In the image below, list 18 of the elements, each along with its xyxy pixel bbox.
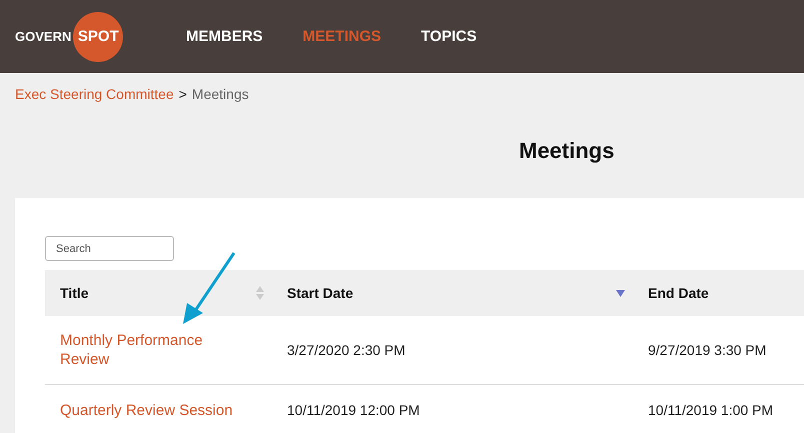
page-title: Meetings <box>518 137 616 165</box>
sort-descending-icon[interactable] <box>616 290 625 296</box>
table-cell-text: 10/11/2019 12:00 PM <box>286 402 421 418</box>
breadcrumb-separator: > <box>178 86 187 102</box>
breadcrumb-current: Meetings <box>192 86 249 102</box>
nav-link[interactable]: TOPICS <box>421 28 477 45</box>
column-header[interactable]: Title <box>60 285 89 301</box>
nav-link[interactable]: MEMBERS <box>186 28 263 45</box>
search-field[interactable]: Search <box>45 236 174 261</box>
logo-badge: SPOT <box>73 12 124 62</box>
column-header[interactable]: Start Date <box>287 285 354 301</box>
table-cell-text: 10/11/2019 1:00 PM <box>647 402 774 418</box>
meeting-link[interactable]: Monthly Performance Review <box>45 331 255 369</box>
table-cell-text: 9/27/2019 3:30 PM <box>647 342 768 358</box>
table-cell-text: 3/27/2020 2:30 PM <box>286 342 406 358</box>
column-header[interactable]: End Date <box>648 285 709 301</box>
logo-text: GOVERN <box>15 29 72 44</box>
meeting-link[interactable]: Quarterly Review Session <box>45 400 255 420</box>
